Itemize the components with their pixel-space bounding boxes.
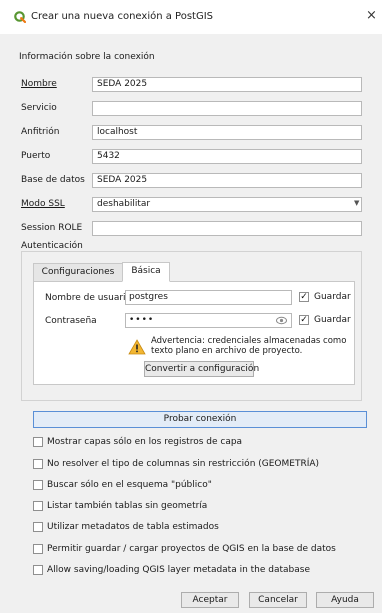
option-label: Listar también tablas sin geometría — [47, 501, 208, 511]
option-label: Utilizar metadatos de tabla estimados — [47, 522, 219, 532]
username-label: Nombre de usuario — [45, 293, 132, 303]
tab-basica[interactable]: Básica — [122, 262, 170, 282]
option-label: Buscar sólo en el esquema "público" — [47, 480, 212, 490]
save-password-checkbox[interactable]: ✓ — [299, 315, 309, 325]
warning-text-line1: Advertencia: credenciales almacenadas co… — [151, 336, 347, 346]
modo-ssl-label: Modo SSL — [21, 199, 65, 209]
window-title: Crear una nueva conexión a PostGIS — [31, 11, 214, 22]
option-checkbox[interactable] — [33, 501, 43, 511]
option-label: Allow saving/loading QGIS layer metadata… — [47, 565, 311, 575]
option-label: Permitir guardar / cargar proyectos de Q… — [47, 544, 336, 554]
eye-icon[interactable] — [276, 316, 287, 325]
close-icon[interactable]: × — [366, 9, 377, 23]
option-checkbox[interactable] — [33, 544, 43, 554]
password-label: Contraseña — [45, 316, 97, 326]
chevron-down-icon[interactable]: ▼ — [354, 199, 359, 207]
puerto-field[interactable]: 5432 — [92, 149, 362, 164]
nombre-field[interactable]: SEDA 2025 — [92, 77, 362, 92]
servicio-label: Servicio — [21, 103, 57, 113]
username-field[interactable]: postgres — [125, 290, 292, 305]
accept-button[interactable]: Aceptar — [181, 592, 239, 608]
base-datos-label: Base de datos — [21, 175, 85, 185]
option-checkbox[interactable] — [33, 522, 43, 532]
option-checkbox[interactable] — [33, 437, 43, 447]
option-checkbox[interactable] — [33, 480, 43, 490]
option-checkbox[interactable] — [33, 565, 43, 575]
base-datos-field[interactable]: SEDA 2025 — [92, 173, 362, 188]
anfitrion-field[interactable]: localhost — [92, 125, 362, 140]
modo-ssl-select[interactable]: deshabilitar — [92, 197, 362, 212]
check-icon: ✓ — [300, 315, 308, 325]
help-button[interactable]: Ayuda — [316, 592, 374, 608]
option-label: No resolver el tipo de columnas sin rest… — [47, 459, 320, 469]
check-icon: ✓ — [300, 292, 308, 302]
test-connection-button[interactable]: Probar conexión — [33, 411, 367, 428]
password-field[interactable]: •••• — [125, 313, 292, 328]
session-role-field[interactable] — [92, 221, 362, 236]
puerto-label: Puerto — [21, 151, 51, 161]
session-role-label: Session ROLE — [21, 223, 83, 233]
warning-icon — [128, 339, 146, 355]
nombre-label: Nombre — [21, 79, 57, 89]
anfitrion-label: Anfitrión — [21, 127, 60, 137]
convert-config-button[interactable]: Convertir a configuración — [144, 361, 259, 377]
option-checkbox[interactable] — [33, 459, 43, 469]
cancel-button[interactable]: Cancelar — [249, 592, 307, 608]
save-password-label: Guardar — [314, 315, 351, 325]
save-username-checkbox[interactable]: ✓ — [299, 292, 309, 302]
servicio-field[interactable] — [92, 101, 362, 116]
qgis-logo-icon — [14, 11, 26, 23]
save-username-label: Guardar — [314, 292, 351, 302]
warning-text-line2: texto plano en archivo de proyecto. — [151, 346, 303, 356]
tab-configuraciones[interactable]: Configuraciones — [33, 263, 123, 282]
option-label: Mostrar capas sólo en los registros de c… — [47, 437, 243, 447]
info-section-label: Información sobre la conexión — [19, 52, 155, 62]
